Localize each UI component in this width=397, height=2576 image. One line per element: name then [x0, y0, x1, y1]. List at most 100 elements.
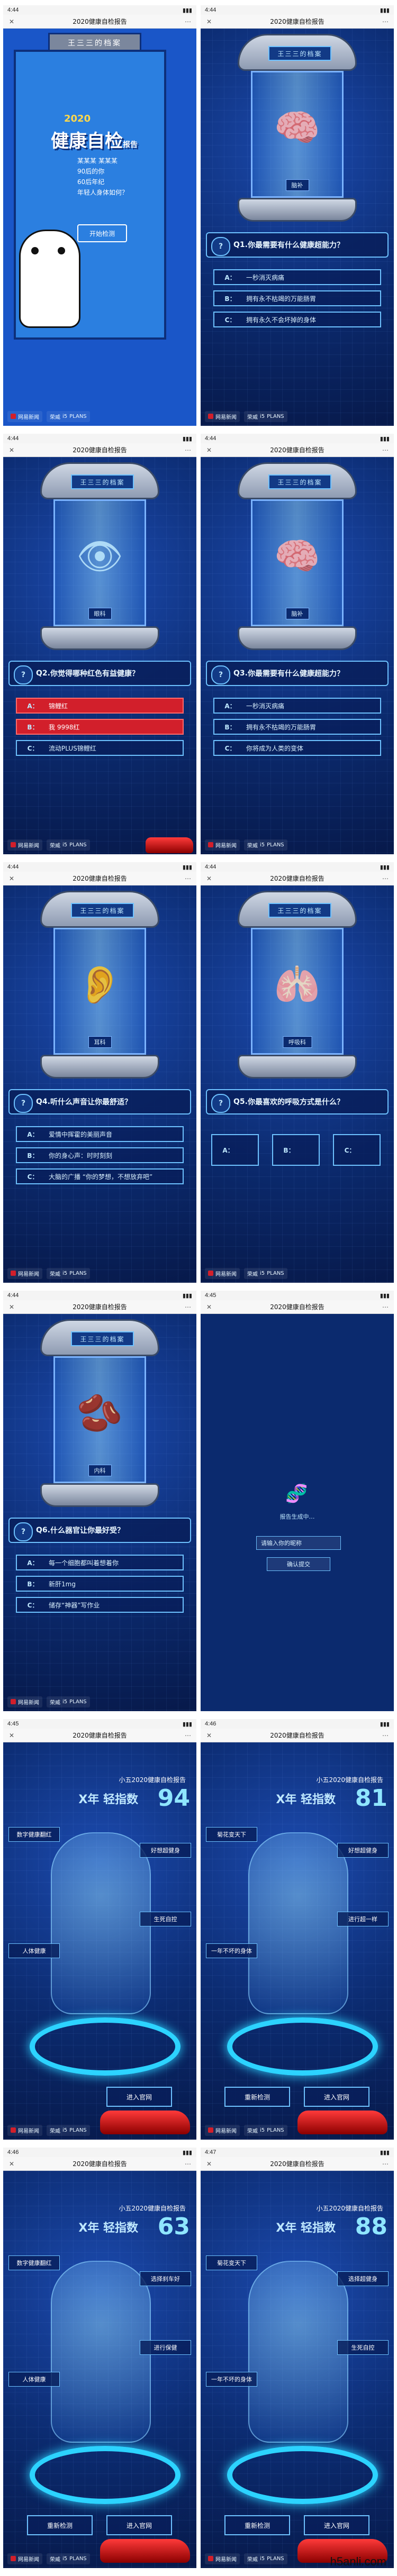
question-number: Q3. — [233, 669, 248, 678]
more-icon[interactable]: ⋯ — [382, 875, 389, 882]
holo-platform — [30, 2446, 181, 2504]
answer-option-a[interactable]: A： 锦鲤红 — [16, 698, 184, 714]
status-bar: 4:45 ▮▮▮ — [201, 1291, 394, 1300]
retest-button[interactable]: 重新检测 — [224, 2087, 290, 2107]
brand-tag: PLANS — [267, 2555, 284, 2562]
answer-option-a[interactable]: A： 每一个细胞都叫着想着你 — [16, 1555, 184, 1570]
more-icon[interactable]: ⋯ — [185, 19, 191, 25]
status-bar: 4:44 ▮▮▮ — [3, 862, 196, 872]
more-icon[interactable]: ⋯ — [185, 447, 191, 453]
netease-logo: 网易新闻 — [7, 2124, 42, 2136]
specimen-tube: 🧠 — [251, 499, 344, 626]
close-icon[interactable]: ✕ — [8, 875, 15, 882]
brand-tag: PLANS — [267, 2127, 284, 2133]
nickname-input[interactable]: 请输入你的昵称 — [256, 1536, 341, 1550]
brand-tag: PLANS — [267, 1270, 284, 1276]
brand-name: 荣威 — [50, 2556, 60, 2563]
panel-q6: 4:44 ▮▮▮ ✕ 2020健康自检报告 ⋯ 王三三的档案 🫘 内科 ? Q6.… — [3, 1291, 196, 1711]
youth-score: 94 — [157, 1785, 190, 1812]
title-bar: ✕ 2020健康自检报告 ⋯ — [3, 1300, 196, 1314]
answer-option-c[interactable]: C： 你将成为人类的变体 — [213, 740, 381, 756]
close-icon[interactable]: ✕ — [206, 19, 212, 25]
title-bar: ✕ 2020健康自检报告 ⋯ — [201, 443, 394, 457]
dna-icon: 🧬 — [285, 1483, 308, 1504]
more-icon[interactable]: ⋯ — [382, 447, 389, 453]
answer-option-a[interactable]: A： 一秒消灭病痛 — [213, 269, 381, 285]
answer-option-b[interactable]: B： 拥有永不枯竭的万能肠胃 — [213, 290, 381, 306]
more-icon[interactable]: ⋯ — [185, 875, 191, 882]
close-icon[interactable]: ✕ — [206, 1732, 212, 1739]
confirm-button[interactable]: 确认提交 — [267, 1557, 330, 1571]
youth-score: 88 — [355, 2213, 387, 2240]
roewe-logo: 荣威 i5 PLANS — [47, 2553, 90, 2564]
answer-option-a[interactable]: A： — [211, 1134, 259, 1166]
title-bar: ✕ 2020健康自检报告 ⋯ — [3, 15, 196, 29]
answer-option-c[interactable]: C： — [333, 1134, 381, 1166]
enter-site-button[interactable]: 进入官网 — [304, 2087, 369, 2107]
cover-screen: 王三三的档案 2020 健康自检报告 某某某 某某某 90后的你 60后年纪 年… — [3, 29, 196, 426]
specimen-tube: 🧠 — [251, 71, 344, 198]
result-tag: 选择刹车好 — [140, 2271, 191, 2286]
brand-model: i5 — [260, 1270, 265, 1276]
title-bar: ✕ 2020健康自检报告 ⋯ — [201, 15, 394, 29]
more-icon[interactable]: ⋯ — [382, 1304, 389, 1310]
brand-tag: PLANS — [69, 2555, 87, 2562]
more-icon[interactable]: ⋯ — [185, 1304, 191, 1310]
netease-logo: 网易新闻 — [7, 839, 42, 851]
answer-option-b[interactable]: B： — [272, 1134, 320, 1166]
question-icon: ? — [14, 665, 33, 684]
eye-icon: 👁 — [76, 534, 123, 578]
question-text: 你最需要有什么健康超能力？ — [247, 241, 344, 250]
page-title: 2020健康自检报告 — [270, 446, 324, 454]
answer-option-c[interactable]: C： 流动PLUS锦鲤红 — [16, 740, 184, 756]
close-icon[interactable]: ✕ — [8, 447, 15, 453]
more-icon[interactable]: ⋯ — [382, 19, 389, 25]
footer-logos: 网易新闻 荣威 i5 PLANS — [3, 2121, 196, 2140]
close-icon[interactable]: ✕ — [8, 1304, 15, 1310]
answer-option-b[interactable]: B： 新肝1mg — [16, 1576, 184, 1592]
close-icon[interactable]: ✕ — [8, 1732, 15, 1739]
start-button[interactable]: 开始检测 — [77, 224, 127, 242]
brand-mark-icon — [208, 2556, 213, 2561]
status-time: 4:44 — [7, 7, 19, 13]
answer-option-a[interactable]: A： 爱情中挥霍的美丽声音 — [16, 1126, 184, 1142]
brand-mark-icon — [208, 842, 213, 847]
enter-site-button[interactable]: 进入官网 — [106, 2515, 172, 2535]
answer-option-b[interactable]: B： 拥有永不枯竭的万能肠胃 — [213, 719, 381, 735]
close-icon[interactable]: ✕ — [206, 447, 212, 453]
alpaca-doctor-illustration — [19, 230, 80, 328]
brand-name: 荣威 — [50, 843, 60, 849]
more-icon[interactable]: ⋯ — [185, 1732, 191, 1739]
footer-logos: 网易新闻 荣威 i5 PLANS — [3, 835, 196, 854]
answer-option-c[interactable]: C： 储存“神器”写作业 — [16, 1597, 184, 1613]
option-text: 拥有永久不会坏掉的身体 — [246, 316, 317, 324]
department-tag: 脑补 — [285, 179, 309, 191]
close-icon[interactable]: ✕ — [206, 875, 212, 882]
answer-option-c[interactable]: C： 大脑的广播 “你的梦想，不想放弃吧” — [16, 1168, 184, 1184]
netease-logo: 网易新闻 — [205, 1267, 240, 1279]
brand-model: i5 — [260, 2127, 265, 2133]
answer-option-b[interactable]: B： 我 9998红 — [16, 719, 184, 735]
brain-icon: 🧠 — [274, 534, 321, 578]
loading-text: 报告生成中… — [279, 1513, 315, 1520]
more-icon[interactable]: ⋯ — [185, 2161, 191, 2167]
answer-option-b[interactable]: B： 你的身心声：时时刻刻 — [16, 1147, 184, 1163]
enter-site-button[interactable]: 进入官网 — [304, 2515, 369, 2535]
option-key: A： — [27, 702, 39, 710]
more-icon[interactable]: ⋯ — [382, 2161, 389, 2167]
retest-button[interactable]: 重新检测 — [224, 2515, 290, 2535]
battery-icon: ▮▮▮ — [182, 7, 192, 14]
enter-site-button[interactable]: 进入官网 — [106, 2087, 172, 2107]
option-key: C： — [224, 744, 236, 752]
more-icon[interactable]: ⋯ — [382, 1732, 389, 1739]
retest-button[interactable]: 重新检测 — [27, 2515, 93, 2535]
specimen-tube: 🫘 — [53, 1356, 146, 1483]
close-icon[interactable]: ✕ — [8, 19, 15, 25]
status-time: 4:44 — [7, 1292, 19, 1299]
close-icon[interactable]: ✕ — [206, 2161, 212, 2167]
roewe-logo: 荣威 i5 PLANS — [244, 839, 287, 851]
close-icon[interactable]: ✕ — [206, 1304, 212, 1310]
answer-option-a[interactable]: A： 一秒消灭病痛 — [213, 698, 381, 714]
close-icon[interactable]: ✕ — [8, 2161, 15, 2167]
answer-option-c[interactable]: C： 拥有永久不会坏掉的身体 — [213, 312, 381, 327]
